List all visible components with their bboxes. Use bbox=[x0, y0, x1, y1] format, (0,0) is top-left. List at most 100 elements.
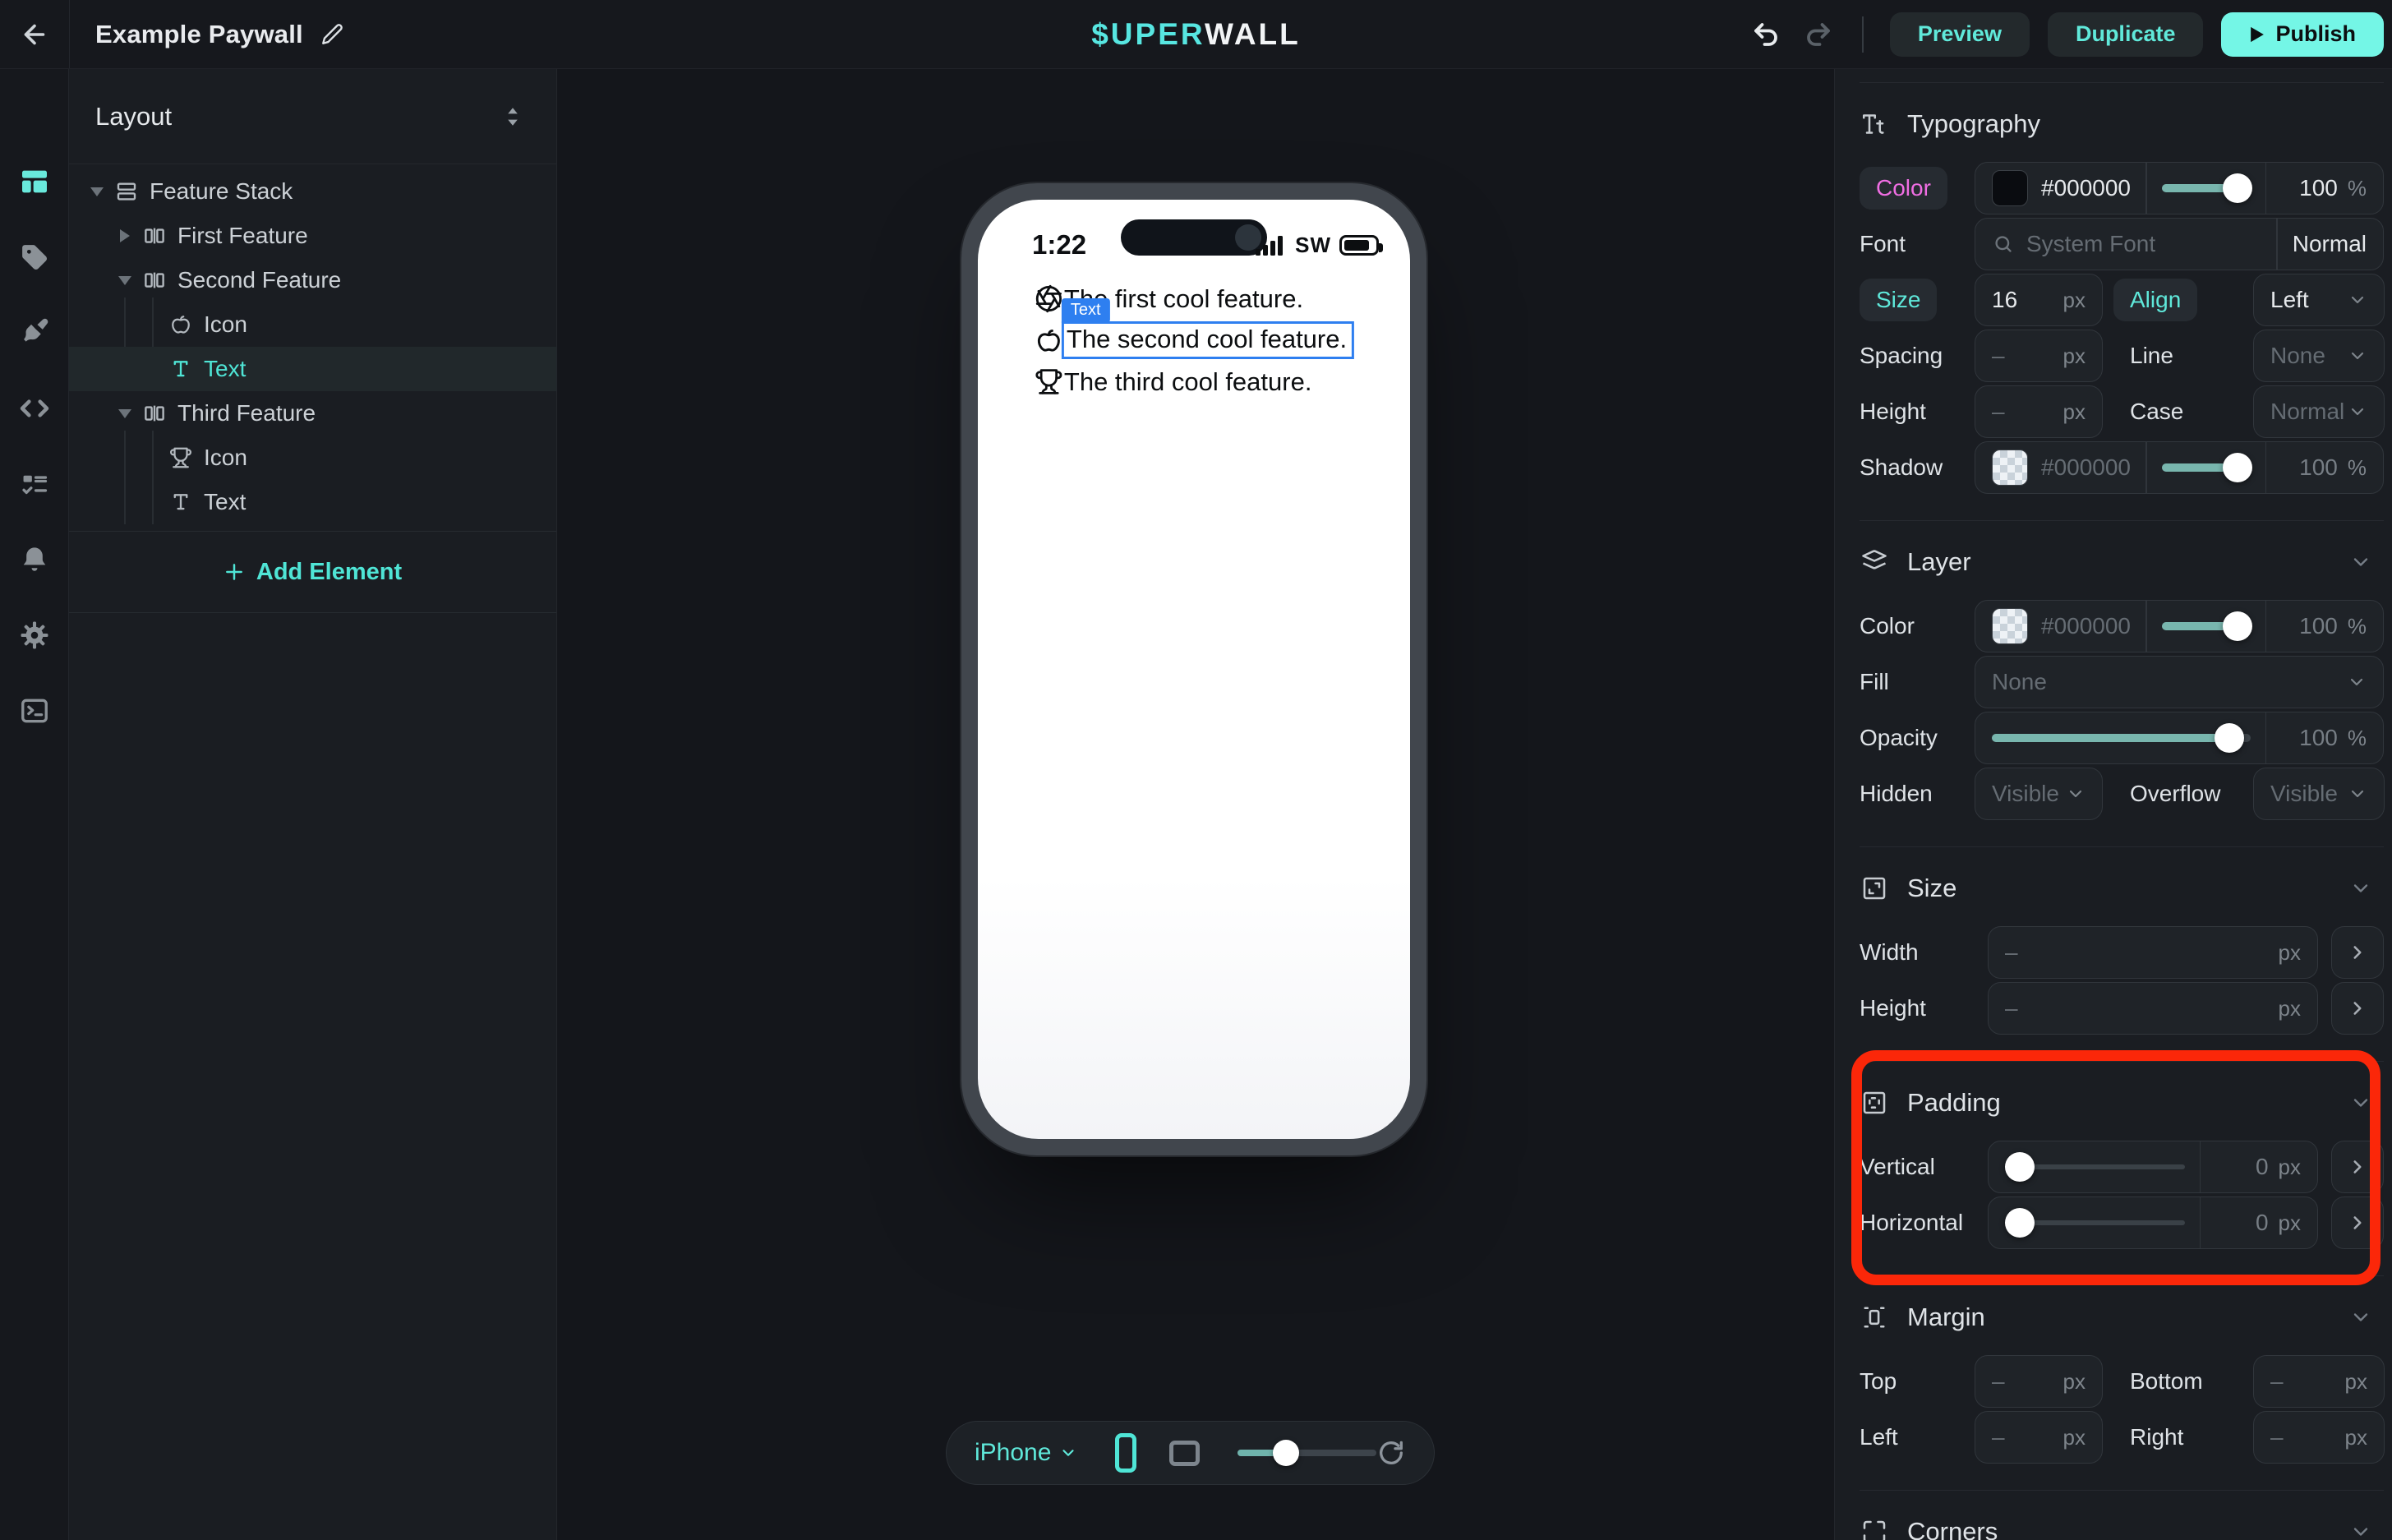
caret-down-icon[interactable] bbox=[114, 408, 136, 419]
hidden-select[interactable]: Visible bbox=[1975, 768, 2103, 820]
font-size-field[interactable]: 16 px bbox=[1975, 274, 2103, 326]
feature-row-selected[interactable]: Text The second cool feature. bbox=[1034, 319, 1354, 362]
back-button[interactable] bbox=[0, 20, 69, 49]
tree-item-first-feature[interactable]: First Feature bbox=[69, 214, 556, 258]
tag-icon[interactable] bbox=[17, 240, 52, 274]
chevron-down-icon[interactable] bbox=[2349, 1306, 2372, 1329]
line-height-field[interactable]: – px bbox=[1975, 385, 2103, 438]
layer-color-opacity-slider[interactable] bbox=[2162, 622, 2251, 630]
chevron-down-icon[interactable] bbox=[2349, 877, 2372, 900]
preview-button[interactable]: Preview bbox=[1890, 12, 2030, 57]
landscape-orientation-icon[interactable] bbox=[1169, 1441, 1200, 1466]
font-label: Font bbox=[1860, 231, 1975, 257]
refresh-icon[interactable] bbox=[1376, 1438, 1406, 1468]
chevron-down-icon[interactable] bbox=[2349, 1520, 2372, 1540]
redo-icon[interactable] bbox=[1801, 17, 1836, 52]
font-weight-value[interactable]: Normal bbox=[2293, 231, 2367, 257]
margin-section: Margin Top – px Bottom – px L bbox=[1860, 1275, 2384, 1490]
margin-top-field[interactable]: – px bbox=[1975, 1355, 2103, 1408]
overflow-select[interactable]: Visible bbox=[2253, 768, 2385, 820]
duplicate-button[interactable]: Duplicate bbox=[2048, 12, 2204, 57]
tree-item-text[interactable]: Text bbox=[69, 480, 556, 524]
horizontal-padding-field[interactable]: 0px bbox=[1988, 1196, 2318, 1249]
chevron-down-icon bbox=[2348, 290, 2367, 310]
width-expand-button[interactable] bbox=[2331, 926, 2384, 979]
caret-right-icon[interactable] bbox=[114, 228, 136, 243]
size-icon bbox=[1860, 874, 1889, 903]
margin-left-field[interactable]: – px bbox=[1975, 1411, 2103, 1464]
publish-button[interactable]: Publish bbox=[2221, 12, 2384, 57]
add-element-button[interactable]: Add Element bbox=[69, 531, 556, 613]
phone-screen[interactable]: 1:22 SW The fir bbox=[978, 200, 1410, 1139]
chevron-down-icon bbox=[2066, 784, 2086, 804]
caret-down-icon[interactable] bbox=[86, 186, 108, 197]
layer-color-field[interactable]: #000000 100% bbox=[1975, 600, 2384, 652]
chevron-down-icon bbox=[2348, 402, 2367, 422]
sort-icon[interactable] bbox=[502, 104, 523, 129]
margin-bottom-field[interactable]: – px bbox=[2253, 1355, 2385, 1408]
portrait-orientation-icon[interactable] bbox=[1115, 1433, 1136, 1473]
color-opacity-slider[interactable] bbox=[2162, 184, 2251, 192]
chevron-down-icon[interactable] bbox=[2349, 1091, 2372, 1114]
code-icon[interactable] bbox=[17, 391, 52, 426]
bell-icon[interactable] bbox=[17, 542, 52, 577]
layout-tab-icon[interactable] bbox=[17, 164, 52, 199]
app-root: Example Paywall $UPERWALL Preview Duplic… bbox=[0, 0, 2392, 1540]
tree-item-icon[interactable]: Icon bbox=[69, 302, 556, 347]
tree-item-icon[interactable]: Icon bbox=[69, 436, 556, 480]
height-field[interactable]: – px bbox=[1988, 982, 2318, 1035]
opacity-field[interactable]: 100% bbox=[1975, 712, 2384, 764]
slider-thumb[interactable] bbox=[1273, 1440, 1299, 1466]
feature-row[interactable]: The third cool feature. bbox=[1034, 362, 1354, 402]
slider-thumb[interactable] bbox=[2223, 611, 2252, 641]
slider-thumb[interactable] bbox=[2005, 1208, 2035, 1238]
size-property-chip[interactable]: Size bbox=[1860, 279, 1937, 321]
tree-item-feature-stack[interactable]: Feature Stack bbox=[69, 169, 556, 214]
undo-icon[interactable] bbox=[1749, 17, 1783, 52]
signal-bars-icon bbox=[1256, 235, 1287, 256]
paintbrush-icon[interactable] bbox=[17, 316, 52, 350]
line-select[interactable]: None bbox=[2253, 330, 2385, 382]
slider-thumb[interactable] bbox=[2223, 453, 2252, 482]
slider-thumb[interactable] bbox=[2215, 723, 2244, 753]
font-placeholder: System Font bbox=[2026, 231, 2155, 257]
margin-right-field[interactable]: – px bbox=[2253, 1411, 2385, 1464]
vertical-padding-slider[interactable] bbox=[2005, 1164, 2185, 1169]
gear-icon[interactable] bbox=[17, 618, 52, 652]
horizontal-padding-expand-button[interactable] bbox=[2331, 1196, 2384, 1249]
vertical-padding-expand-button[interactable] bbox=[2331, 1141, 2384, 1193]
shadow-color-swatch[interactable] bbox=[1992, 450, 2028, 486]
chevron-down-icon[interactable] bbox=[2349, 551, 2372, 574]
aperture-icon bbox=[1034, 284, 1064, 314]
tree-item-text-selected[interactable]: Text bbox=[69, 347, 556, 391]
editor-canvas[interactable]: 1:22 SW The fir bbox=[557, 69, 1834, 1540]
checklist-icon[interactable] bbox=[17, 467, 52, 501]
shadow-field[interactable]: #000000 100% bbox=[1975, 441, 2384, 494]
slider-thumb[interactable] bbox=[2005, 1152, 2035, 1182]
horizontal-padding-slider[interactable] bbox=[2005, 1220, 2185, 1225]
selection-outline[interactable]: Text The second cool feature. bbox=[1062, 321, 1354, 359]
edit-pencil-icon[interactable] bbox=[321, 23, 343, 45]
color-property-chip[interactable]: Color bbox=[1860, 167, 1947, 210]
shadow-opacity-slider[interactable] bbox=[2162, 463, 2251, 472]
font-field[interactable]: System Font Normal bbox=[1975, 218, 2384, 270]
canvas-zoom-slider[interactable] bbox=[1237, 1450, 1376, 1456]
terminal-icon[interactable] bbox=[17, 694, 52, 728]
width-field[interactable]: – px bbox=[1988, 926, 2318, 979]
caret-down-icon[interactable] bbox=[114, 274, 136, 286]
device-selector[interactable]: iPhone bbox=[975, 1439, 1077, 1467]
height-expand-button[interactable] bbox=[2331, 982, 2384, 1035]
align-select[interactable]: Left bbox=[2253, 274, 2385, 326]
tree-item-third-feature[interactable]: Third Feature bbox=[69, 391, 556, 436]
letter-spacing-field[interactable]: – px bbox=[1975, 330, 2103, 382]
tree-item-second-feature[interactable]: Second Feature bbox=[69, 258, 556, 302]
text-color-field[interactable]: #000000 100% bbox=[1975, 162, 2384, 214]
opacity-slider[interactable] bbox=[1992, 734, 2251, 742]
fill-select[interactable]: None bbox=[1975, 656, 2384, 708]
layer-color-swatch[interactable] bbox=[1992, 608, 2028, 644]
color-swatch[interactable] bbox=[1992, 170, 2028, 206]
align-property-chip[interactable]: Align bbox=[2113, 279, 2197, 321]
slider-thumb[interactable] bbox=[2223, 173, 2252, 203]
case-select[interactable]: Normal bbox=[2253, 385, 2385, 438]
vertical-padding-field[interactable]: 0px bbox=[1988, 1141, 2318, 1193]
